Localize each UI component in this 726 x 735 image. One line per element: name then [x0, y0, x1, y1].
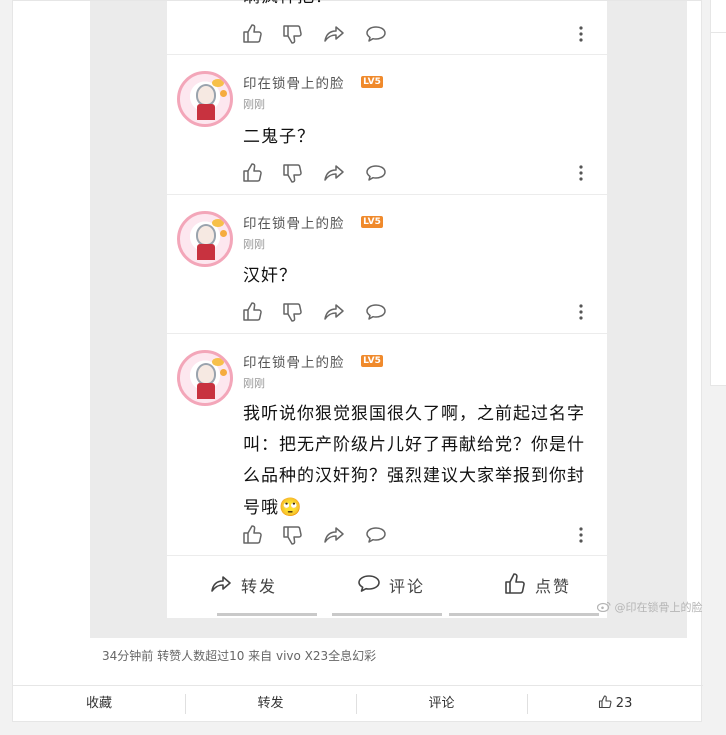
comment-item: 印在锁骨上的脸 LV5 刚刚 二鬼子？ — [167, 55, 607, 195]
comment-item: 瞒疯神把？ — [167, 0, 607, 55]
share-icon[interactable] — [323, 301, 345, 323]
comment-bubble-icon[interactable] — [365, 524, 387, 546]
more-dots-icon[interactable] — [579, 25, 583, 43]
comment-actions — [241, 524, 601, 546]
weibo-post-card: 瞒疯神把？ 印在锁骨上的脸 LV5 刚刚 二鬼子？ — [12, 0, 703, 722]
comment-actions — [241, 301, 601, 323]
comment-text: 我听说你狠觉狠国很久了啊，之前起过名字叫：把无产阶级片儿好了再献给党？你是什么品… — [243, 399, 593, 524]
comment-time: 刚刚 — [243, 238, 265, 251]
avatar[interactable] — [177, 350, 233, 406]
favorite-button[interactable]: 收藏 — [13, 686, 185, 722]
comment-button[interactable]: 评论 — [356, 686, 527, 722]
comment-text: 汉奸？ — [243, 266, 297, 286]
comment-text: 瞒疯神把？ — [243, 0, 593, 13]
weibo-watermark: @印在锁骨上的脸 — [596, 599, 703, 615]
comment-text: 二鬼子？ — [243, 127, 315, 147]
thumb-down-icon[interactable] — [281, 162, 303, 184]
like-button[interactable]: 23 — [527, 686, 703, 722]
phone-scroll-indicator — [449, 613, 599, 616]
share-icon[interactable] — [323, 23, 345, 45]
phone-scroll-indicator — [217, 613, 317, 616]
thumb-up-icon — [505, 573, 525, 594]
comment-actions — [241, 23, 601, 45]
level-badge: LV5 — [361, 216, 383, 228]
thumb-down-icon[interactable] — [281, 524, 303, 546]
avatar[interactable] — [177, 211, 233, 267]
level-badge: LV5 — [361, 76, 383, 88]
level-badge: LV5 — [361, 355, 383, 367]
comment-bubble-icon[interactable] — [365, 301, 387, 323]
watermark-text: @印在锁骨上的脸 — [614, 601, 703, 614]
comment-bubble-icon[interactable] — [365, 162, 387, 184]
thumb-up-icon[interactable] — [241, 301, 263, 323]
comment-actions — [241, 162, 601, 184]
repost-button[interactable]: 转发 — [185, 686, 356, 722]
thumb-up-icon[interactable] — [241, 162, 263, 184]
like-count: 23 — [615, 696, 633, 711]
screenshot-embed: 瞒疯神把？ 印在锁骨上的脸 LV5 刚刚 二鬼子？ — [90, 0, 703, 638]
share-icon[interactable] — [323, 162, 345, 184]
more-dots-icon[interactable] — [579, 164, 583, 182]
comment-item: 印在锁骨上的脸 LV5 刚刚 我听说你狠觉狠国很久了啊，之前起过名字叫：把无产阶… — [167, 334, 607, 556]
comment-time: 刚刚 — [243, 98, 265, 111]
thumb-up-icon[interactable] — [241, 524, 263, 546]
phone-scroll-indicator — [332, 613, 442, 616]
comment-username[interactable]: 印在锁骨上的脸 — [243, 72, 345, 92]
comment-bubble-icon — [358, 575, 380, 592]
phone-screenshot: 瞒疯神把？ 印在锁骨上的脸 LV5 刚刚 二鬼子？ — [167, 0, 607, 618]
post-footer-toolbar: 收藏 转发 评论 23 — [13, 685, 703, 722]
share-icon — [211, 576, 231, 592]
more-dots-icon[interactable] — [579, 303, 583, 321]
weibo-logo-icon — [596, 601, 611, 613]
thumb-down-icon[interactable] — [281, 23, 303, 45]
share-icon[interactable] — [323, 524, 345, 546]
post-meta: 34分钟前 转赞人数超过10 来自 vivo X23全息幻彩 — [102, 649, 377, 663]
thumb-up-icon — [598, 695, 612, 709]
comment-bubble-icon[interactable] — [365, 23, 387, 45]
right-sidebar-panel — [710, 0, 726, 386]
comment-time: 刚刚 — [243, 377, 265, 390]
more-dots-icon[interactable] — [579, 526, 583, 544]
thumb-up-icon[interactable] — [241, 23, 263, 45]
comment-username[interactable]: 印在锁骨上的脸 — [243, 212, 345, 232]
emoji-icon: 🙄 — [279, 497, 303, 518]
phone-action-bar: 转发 评论 点赞 — [167, 556, 607, 611]
avatar[interactable] — [177, 71, 233, 127]
thumb-down-icon[interactable] — [281, 301, 303, 323]
comment-item: 印在锁骨上的脸 LV5 刚刚 汉奸？ — [167, 195, 607, 334]
comment-username[interactable]: 印在锁骨上的脸 — [243, 351, 345, 371]
